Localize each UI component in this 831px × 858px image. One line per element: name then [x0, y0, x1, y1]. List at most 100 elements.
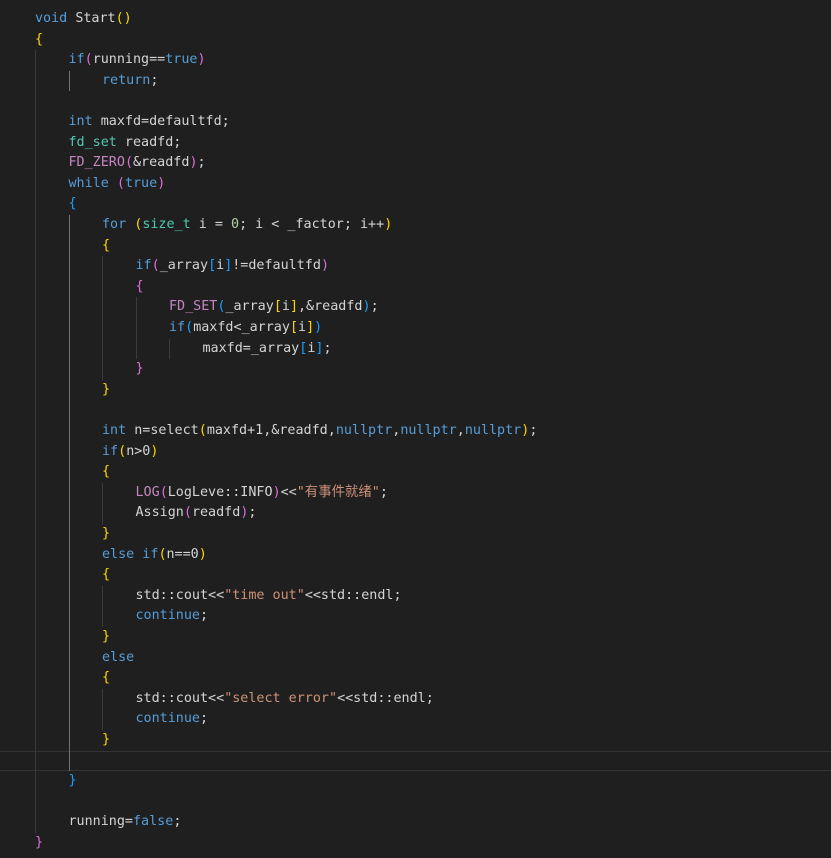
- code-token: true: [165, 52, 198, 68]
- code-line[interactable]: }: [0, 730, 831, 751]
- code-token: int: [102, 423, 127, 438]
- code-token: {: [102, 464, 111, 480]
- code-token: maxfd=defaultfd;: [92, 114, 230, 129]
- code-line[interactable]: {: [0, 565, 831, 586]
- code-line[interactable]: [0, 750, 831, 772]
- code-token: ): [197, 52, 206, 68]
- code-token: ): [362, 299, 371, 315]
- code-token: ): [157, 175, 166, 191]
- code-token: false: [133, 814, 174, 830]
- code-token: if: [169, 320, 186, 335]
- code-token: (: [118, 443, 127, 459]
- code-token: while: [68, 175, 109, 191]
- code-token: if: [102, 443, 119, 459]
- code-token: "有事件就绪": [296, 484, 380, 500]
- code-line[interactable]: [0, 400, 831, 421]
- code-line[interactable]: running=false;: [0, 812, 831, 833]
- code-token: [: [208, 258, 217, 274]
- code-token: ;: [200, 711, 209, 727]
- code-line[interactable]: FD_SET(_array[i],&readfd);: [0, 297, 831, 318]
- code-line[interactable]: [0, 792, 831, 813]
- indent-guide: [102, 585, 103, 627]
- code-line[interactable]: continue;: [0, 709, 831, 730]
- code-token: else: [102, 649, 135, 665]
- code-token: !=defaultfd: [232, 258, 321, 274]
- code-token: {: [102, 567, 111, 583]
- code-token: FD_SET: [169, 299, 218, 315]
- code-line[interactable]: {: [0, 30, 831, 51]
- code-line[interactable]: std::cout<<"time out"<<std::endl;: [0, 586, 831, 607]
- code-token: (: [158, 546, 167, 562]
- code-line[interactable]: return;: [0, 71, 831, 92]
- code-token: "select error": [224, 690, 338, 706]
- code-line[interactable]: }: [0, 380, 831, 401]
- code-line[interactable]: }: [0, 833, 831, 854]
- code-token: <<: [280, 484, 297, 500]
- code-line[interactable]: std::cout<<"select error"<<std::endl;: [0, 689, 831, 710]
- code-token: i =: [190, 217, 231, 232]
- code-line[interactable]: void Start(): [0, 9, 831, 30]
- code-line[interactable]: }: [0, 771, 831, 792]
- code-line[interactable]: continue;: [0, 606, 831, 627]
- code-token: void: [35, 11, 68, 26]
- code-token: "time out": [224, 587, 305, 603]
- code-token: running==: [92, 52, 166, 68]
- code-line[interactable]: {: [0, 236, 831, 257]
- code-token: std::cout<<: [135, 587, 225, 603]
- code-line[interactable]: while (true): [0, 174, 831, 195]
- code-token: i: [298, 320, 307, 335]
- code-line[interactable]: if(maxfd<_array[i]): [0, 318, 831, 339]
- code-line[interactable]: }: [0, 359, 831, 380]
- code-line[interactable]: fd_set readfd;: [0, 133, 831, 154]
- code-line[interactable]: }: [0, 524, 831, 545]
- code-line[interactable]: {: [0, 277, 831, 298]
- code-line[interactable]: maxfd=_array[i];: [0, 339, 831, 360]
- indent-guide: [135, 297, 137, 360]
- code-token: else if: [102, 546, 159, 562]
- code-editor[interactable]: void Start(){if(running==true) return; int…: [0, 0, 831, 858]
- code-line[interactable]: int maxfd=defaultfd;: [0, 112, 831, 133]
- indent-guide: [102, 688, 103, 730]
- code-line[interactable]: if(running==true): [0, 50, 831, 71]
- code-line[interactable]: else: [0, 648, 831, 669]
- code-line[interactable]: LOG(LogLeve::INFO)<<"有事件就绪";: [0, 483, 831, 504]
- code-token: return: [102, 72, 151, 88]
- code-token: nullptr: [335, 423, 393, 438]
- code-token: }: [102, 381, 111, 397]
- code-token: ): [314, 320, 323, 335]
- code-line[interactable]: if(_array[i]!=defaultfd): [0, 256, 831, 277]
- code-token: {: [68, 196, 77, 212]
- indent-guide: [35, 50, 36, 833]
- code-line[interactable]: Assign(readfd);: [0, 503, 831, 524]
- code-token: nullptr: [400, 423, 457, 438]
- code-line[interactable]: if(n>0): [0, 442, 831, 463]
- code-token: ;: [529, 423, 538, 438]
- code-token: ): [272, 484, 281, 500]
- code-token: {: [102, 670, 111, 686]
- code-line[interactable]: {: [0, 194, 831, 215]
- code-token: int: [68, 114, 93, 129]
- code-token: &readfd: [133, 155, 190, 171]
- code-line[interactable]: [0, 91, 831, 112]
- code-token: {: [102, 237, 111, 253]
- code-token: (: [159, 484, 168, 500]
- code-token: _array: [225, 299, 274, 315]
- code-token: (: [151, 258, 160, 274]
- code-token: LogLeve::INFO: [167, 484, 273, 500]
- code-token: continue: [135, 711, 201, 727]
- code-token: if: [68, 52, 85, 68]
- code-token: }: [68, 773, 77, 789]
- code-line[interactable]: FD_ZERO(&readfd);: [0, 153, 831, 174]
- code-token: ;: [379, 484, 388, 500]
- code-token: i: [216, 258, 225, 274]
- code-token: <<std::endl;: [304, 587, 402, 603]
- code-line[interactable]: }: [0, 627, 831, 648]
- code-token: n==0: [166, 546, 199, 562]
- code-token: true: [124, 175, 158, 191]
- code-line[interactable]: for (size_t i = 0; i < _factor; i++): [0, 215, 831, 236]
- code-line[interactable]: {: [0, 668, 831, 689]
- code-line[interactable]: else if(n==0): [0, 545, 831, 566]
- code-line[interactable]: {: [0, 462, 831, 483]
- code-line[interactable]: int n=select(maxfd+1,&readfd,nullptr,nul…: [0, 421, 831, 442]
- code-token: (: [124, 155, 133, 171]
